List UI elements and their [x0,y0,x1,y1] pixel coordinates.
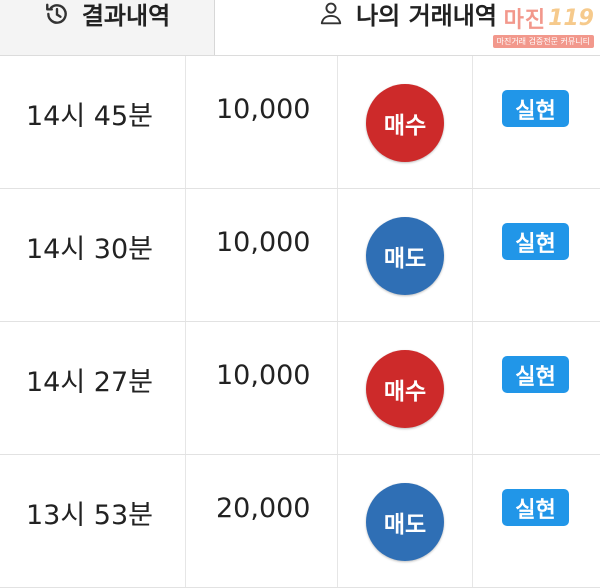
trade-amount: 10,000 [216,360,311,391]
trade-type-badge: 매도 [366,217,444,295]
trade-time: 13시 53분 [26,500,153,531]
trade-time: 14시 27분 [26,367,153,398]
tab-results-label: 결과내역 [81,2,171,30]
trade-amount: 10,000 [216,94,311,125]
tab-my-trades-label: 나의 거래내역 [356,1,497,30]
history-icon [44,1,70,27]
status-badge: 실현 [502,223,569,260]
tab-bar: 결과내역 나의 거래내역 [0,0,600,56]
tab-results[interactable]: 결과내역 [0,0,215,55]
table-row: 14시 30분 10,000 매도 실현 [0,189,600,322]
trade-time: 14시 30분 [26,234,153,265]
status-badge: 실현 [502,489,569,526]
trade-amount: 20,000 [216,493,311,524]
trade-time: 14시 45분 [26,101,153,132]
table-row: 13시 53분 20,000 매도 실현 [0,455,600,588]
user-icon [318,0,344,26]
status-badge: 실현 [502,90,569,127]
trade-history-table: 14시 45분 10,000 매수 실현 14시 30분 10,000 매도 실… [0,56,600,588]
table-row: 14시 27분 10,000 매수 실현 [0,322,600,455]
trade-type-badge: 매수 [366,84,444,162]
trade-type-badge: 매수 [366,350,444,428]
tab-my-trades[interactable]: 나의 거래내역 [215,0,600,55]
table-row: 14시 45분 10,000 매수 실현 [0,56,600,189]
trade-type-badge: 매도 [366,483,444,561]
status-badge: 실현 [502,356,569,393]
trade-amount: 10,000 [216,227,311,258]
